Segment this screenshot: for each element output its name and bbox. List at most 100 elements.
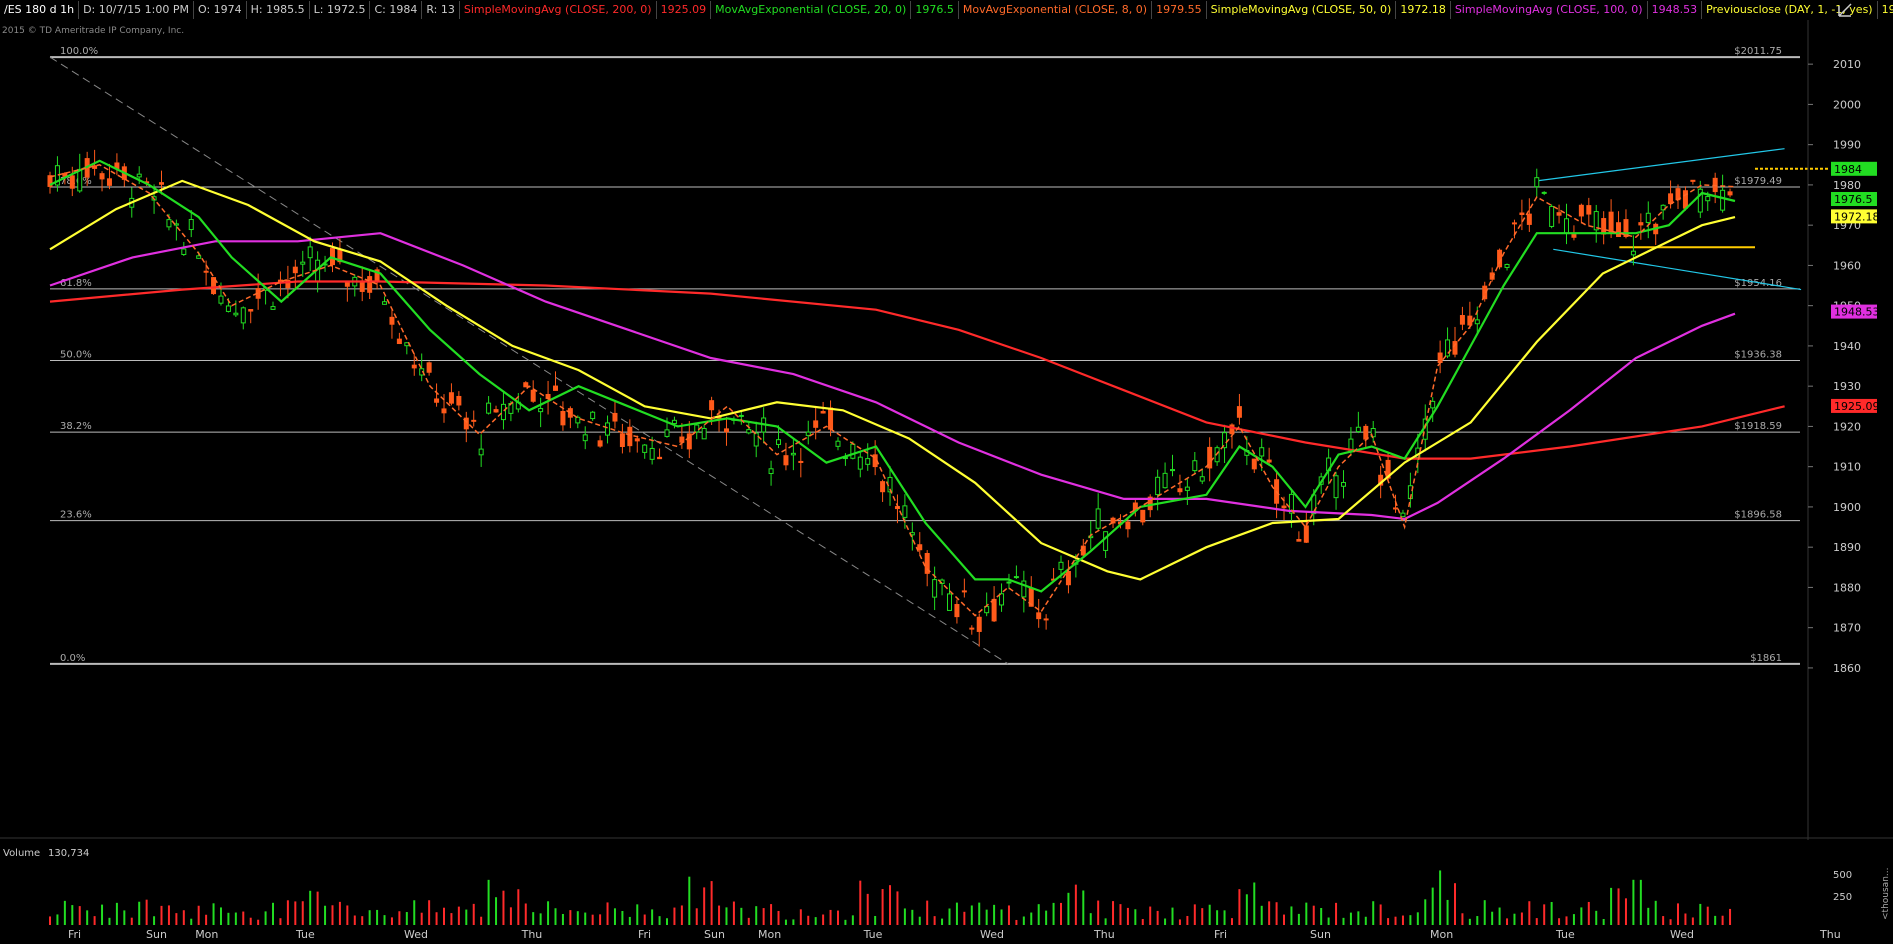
candle-body [1266,459,1272,463]
volume-pane: Volume 130,734 500 250 <thousan... [0,837,1893,925]
price-badge-label: 1976.5 [1834,193,1873,206]
candle-body [1170,469,1176,472]
candle-body [99,173,105,180]
candle-body [181,248,187,255]
candle-body [1400,512,1406,518]
candle-body [1259,447,1265,457]
ma-line [49,164,1736,617]
candle-body [1720,189,1726,211]
candle-body [1393,507,1399,510]
time-axis-label: Mon [1430,928,1453,941]
candle-body [300,261,306,265]
time-axis-label: Thu [1093,928,1115,941]
candle-body [77,168,83,192]
candle-body [671,419,677,425]
time-axis-label: Sun [146,928,167,941]
candle-body [1467,315,1473,326]
candle-body [1103,531,1109,551]
candle-body [805,431,811,436]
fib-price-label: $1936.38 [1734,349,1782,360]
candle-body [69,175,75,189]
candle-body [560,411,566,426]
candle-body [946,593,952,611]
candle-body [396,338,402,345]
candle-body [880,481,886,493]
fib-pct-label: 100.0% [60,46,98,57]
candle-body [1459,315,1465,325]
volume-unit-label: <thousan... [1881,868,1891,920]
candle-body [1192,460,1198,472]
candle-body [776,439,782,445]
candle-body [1199,476,1205,482]
time-axis-label: Mon [758,928,781,941]
candle-body [1445,339,1451,357]
candle-body [486,402,492,414]
axis-tick-label: 1890 [1833,541,1861,554]
time-axis-label: Thu [1819,928,1841,941]
candle-body [106,178,112,186]
volume-label: Volume [3,848,40,859]
candle-body [649,447,655,460]
candle-body [1021,580,1027,598]
candle-body [1013,576,1019,579]
candle-body [999,593,1005,606]
candle-body [500,403,506,421]
candle-body [1668,193,1674,205]
candle-body [159,182,165,185]
candle-body [1511,222,1517,225]
candle-body [1564,218,1569,234]
candle-body [1281,505,1287,509]
axis-tick-label: 1930 [1833,380,1861,393]
volume-axis-label: 500 [1833,870,1852,881]
candle-body [1519,212,1525,215]
candle-body [701,427,707,440]
fib-price-label: $2011.75 [1734,46,1782,57]
candle-body [664,429,670,437]
candle-body [1601,218,1607,235]
candle-body [292,266,298,274]
candle-body [1162,472,1168,489]
candle-body [1556,212,1562,216]
time-axis-label: Tue [1555,928,1575,941]
candle-body [1437,352,1443,364]
fib-price-label: $1918.59 [1734,421,1782,432]
candle-body [1526,213,1532,225]
candle-body [1452,341,1458,355]
candle-body [1549,205,1555,227]
candle-body [1578,204,1584,217]
candle-body [448,392,454,404]
volume-value: 130,734 [48,848,89,859]
candle-body [768,468,774,475]
candle-body [709,400,715,411]
fib-pct-label: 50.0% [60,349,92,360]
candle-body [790,452,796,456]
axis-tick-label: 1920 [1833,420,1861,433]
candle-body [530,389,536,402]
time-axis-label: Wed [404,928,428,941]
candle-body [902,505,908,518]
candle-body [478,448,484,456]
axis-tick-label: 1870 [1833,622,1861,635]
candle-body [969,627,975,630]
price-chart[interactable]: 100.0% $2011.7578.6% $1979.4961.8% $1954.16… [0,0,1893,944]
time-axis-label: Tue [863,928,883,941]
candle-body [456,395,462,406]
candle-body [1363,425,1369,440]
candle-body [225,305,231,312]
candle-body [1125,521,1131,530]
time-axis-label: Wed [980,928,1004,941]
axis-tick-label: 2000 [1833,98,1861,111]
candle-body [307,246,313,259]
candle-body [1251,458,1257,470]
candle-body [233,312,239,316]
fib-price-label: $1861 [1750,653,1782,664]
axis-tick-label: 1940 [1833,340,1861,353]
candle-body [642,444,648,453]
candle-body [188,218,194,231]
candle-body [783,455,789,466]
candle-body [553,385,558,391]
time-axis-label: Thu [521,928,543,941]
candle-body [746,429,752,434]
candle-body [166,219,172,228]
candle-body [686,433,692,450]
